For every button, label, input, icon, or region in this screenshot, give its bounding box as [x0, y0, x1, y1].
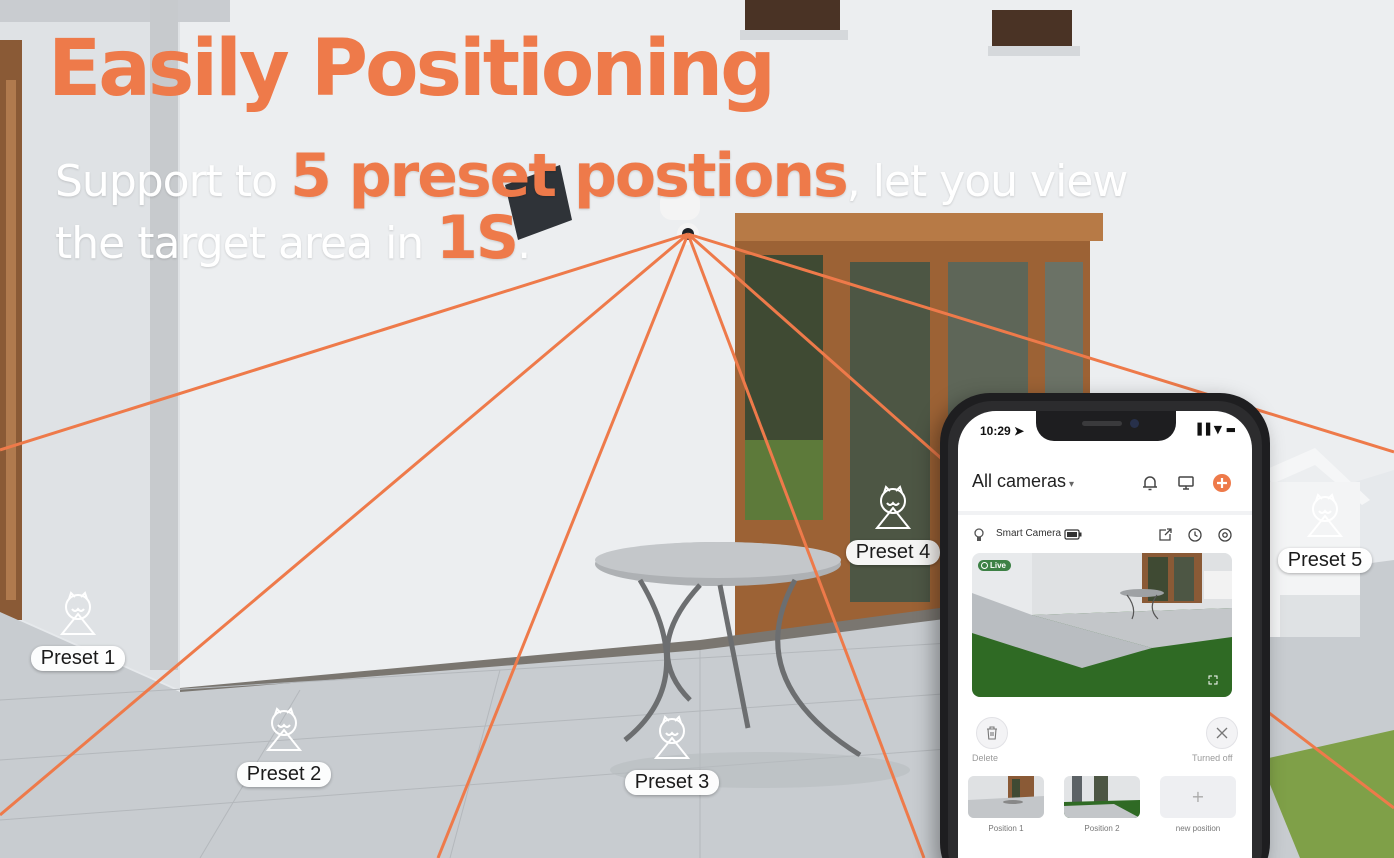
preset-label: Preset 2: [236, 762, 332, 787]
live-view-image: [972, 553, 1232, 697]
controls-row: Delete Turned off: [970, 717, 1240, 767]
subline-1-pre: Support to: [55, 156, 291, 207]
position-thumbnail: [968, 776, 1044, 818]
subline-2: the target area in 1S.: [55, 208, 531, 269]
preset-marker-5[interactable]: Preset 5: [1250, 492, 1394, 573]
battery-icon: [1064, 529, 1082, 540]
close-icon: [1216, 727, 1228, 739]
camera-bulb-icon: [974, 528, 984, 541]
trash-icon: [987, 726, 997, 740]
map-pin-icon: [59, 591, 97, 635]
preset-label: Preset 1: [30, 646, 126, 671]
app-header: All cameras ▾: [972, 471, 1238, 495]
subline-2-post: .: [517, 218, 531, 269]
phone-notch: [1036, 411, 1176, 441]
scene: Easily Positioning Support to 5 preset p…: [0, 0, 1394, 858]
window-lintel: [735, 213, 1103, 241]
positions-row: Position 1 Position 2 + new position: [968, 776, 1244, 846]
phone-mockup: 10:29 ➤ ▐▐ ▼ ▬ All cameras ▾ Smart Camera: [940, 393, 1270, 858]
preset-marker-1[interactable]: Preset 1: [3, 590, 153, 671]
phone-bezel: 10:29 ➤ ▐▐ ▼ ▬ All cameras ▾ Smart Camera: [948, 401, 1262, 858]
map-pin-icon: [1306, 493, 1344, 537]
position-label: new position: [1175, 824, 1221, 833]
subline-2-emphasis: 1S: [436, 203, 519, 273]
headline: Easily Positioning: [48, 24, 776, 114]
chevron-down-icon[interactable]: ▾: [1069, 479, 1074, 490]
map-pin-icon: [265, 707, 303, 751]
clock-icon[interactable]: [1187, 527, 1203, 543]
add-icon[interactable]: [1212, 473, 1232, 493]
preset-label: Preset 4: [845, 540, 941, 565]
live-badge: Live: [978, 560, 1012, 571]
turn-off-button[interactable]: [1206, 717, 1238, 749]
delete-label: Delete: [972, 753, 999, 763]
subline-2-pre: the target area in: [55, 218, 437, 269]
position-card-2[interactable]: Position 2: [1064, 776, 1140, 833]
preset-label: Preset 3: [624, 770, 720, 795]
map-pin-icon: [653, 715, 691, 759]
bell-icon[interactable]: [1140, 473, 1160, 493]
camera-row[interactable]: Smart Camera: [972, 526, 1238, 544]
new-position-button[interactable]: + new position: [1160, 776, 1236, 833]
position-label: Position 1: [988, 824, 1024, 833]
settings-icon[interactable]: [1217, 527, 1233, 543]
fullscreen-icon[interactable]: [1208, 675, 1218, 685]
turned-off-label: Turned off: [1192, 753, 1233, 763]
camera-name: Smart Camera: [996, 528, 1062, 539]
status-time: 10:29 ➤: [980, 424, 1025, 438]
position-thumbnail: [1064, 776, 1140, 818]
subline-1-emphasis: 5 preset postions: [290, 141, 849, 211]
preset-marker-2[interactable]: Preset 2: [209, 706, 359, 787]
preset-label: Preset 5: [1277, 548, 1373, 573]
preset-marker-3[interactable]: Preset 3: [597, 714, 747, 795]
share-icon[interactable]: [1157, 527, 1173, 543]
position-label: Position 2: [1084, 824, 1120, 833]
position-card-1[interactable]: Position 1: [968, 776, 1044, 833]
app-title[interactable]: All cameras: [972, 471, 1066, 491]
status-icons: ▐▐ ▼ ▬: [1193, 423, 1236, 436]
live-view[interactable]: Live: [972, 553, 1232, 697]
map-pin-icon: [874, 485, 912, 529]
plus-icon: +: [1160, 776, 1236, 818]
subline-1: Support to 5 preset postions, let you vi…: [55, 146, 1129, 207]
divider: [958, 511, 1252, 515]
phone-screen: 10:29 ➤ ▐▐ ▼ ▬ All cameras ▾ Smart Camera: [958, 411, 1252, 858]
subline-1-post: , let you view: [846, 156, 1129, 207]
screen-icon[interactable]: [1176, 473, 1196, 493]
delete-button[interactable]: [976, 717, 1008, 749]
